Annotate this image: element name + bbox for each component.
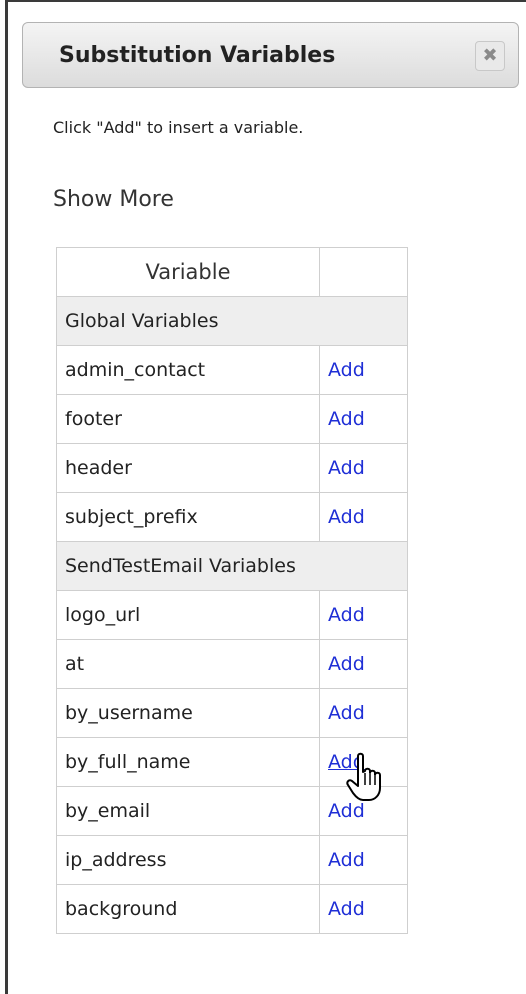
variable-name: by_email (56, 786, 320, 836)
variable-name: at (56, 639, 320, 689)
add-button[interactable]: Add (328, 359, 365, 381)
table-row: background Add (56, 884, 408, 934)
show-more-link[interactable]: Show More (53, 187, 174, 212)
substitution-variables-dialog: Substitution Variables ✖ Click "Add" to … (5, 0, 526, 994)
variable-name: admin_contact (56, 345, 320, 395)
add-button[interactable]: Add (328, 702, 365, 724)
group-header-row: SendTestEmail Variables (56, 541, 408, 591)
dialog-title: Substitution Variables (59, 43, 336, 68)
variable-name: by_full_name (56, 737, 320, 787)
table-row: header Add (56, 443, 408, 493)
add-button[interactable]: Add (328, 849, 365, 871)
group-name: SendTestEmail Variables (56, 541, 408, 591)
close-icon: ✖ (482, 45, 498, 66)
add-button[interactable]: Add (328, 408, 365, 430)
close-button[interactable]: ✖ (475, 41, 505, 71)
add-button[interactable]: Add (328, 898, 365, 920)
table-row: by_full_name Add (56, 737, 408, 787)
table-row: ip_address Add (56, 835, 408, 885)
table-header-row: Variable (56, 247, 408, 297)
instruction-text: Click "Add" to insert a variable. (53, 118, 304, 137)
table-row: by_email Add (56, 786, 408, 836)
dialog-titlebar: Substitution Variables ✖ (22, 22, 519, 88)
variable-name: background (56, 884, 320, 934)
table-row: logo_url Add (56, 590, 408, 640)
add-button[interactable]: Add (328, 800, 365, 822)
table-row: subject_prefix Add (56, 492, 408, 542)
variable-name: ip_address (56, 835, 320, 885)
variable-name: by_username (56, 688, 320, 738)
table-row: at Add (56, 639, 408, 689)
variable-name: header (56, 443, 320, 493)
table-row: by_username Add (56, 688, 408, 738)
variable-name: logo_url (56, 590, 320, 640)
variable-name: footer (56, 394, 320, 444)
table-row: admin_contact Add (56, 345, 408, 395)
add-button[interactable]: Add (328, 604, 365, 626)
variable-name: subject_prefix (56, 492, 320, 542)
add-button[interactable]: Add (328, 457, 365, 479)
action-column-header (319, 247, 408, 297)
variables-table: Variable Global Variables admin_contact … (56, 247, 408, 934)
table-row: footer Add (56, 394, 408, 444)
add-button[interactable]: Add (328, 751, 365, 773)
group-name: Global Variables (56, 296, 408, 346)
variable-column-header: Variable (56, 247, 320, 297)
add-button[interactable]: Add (328, 506, 365, 528)
group-header-row: Global Variables (56, 296, 408, 346)
add-button[interactable]: Add (328, 653, 365, 675)
